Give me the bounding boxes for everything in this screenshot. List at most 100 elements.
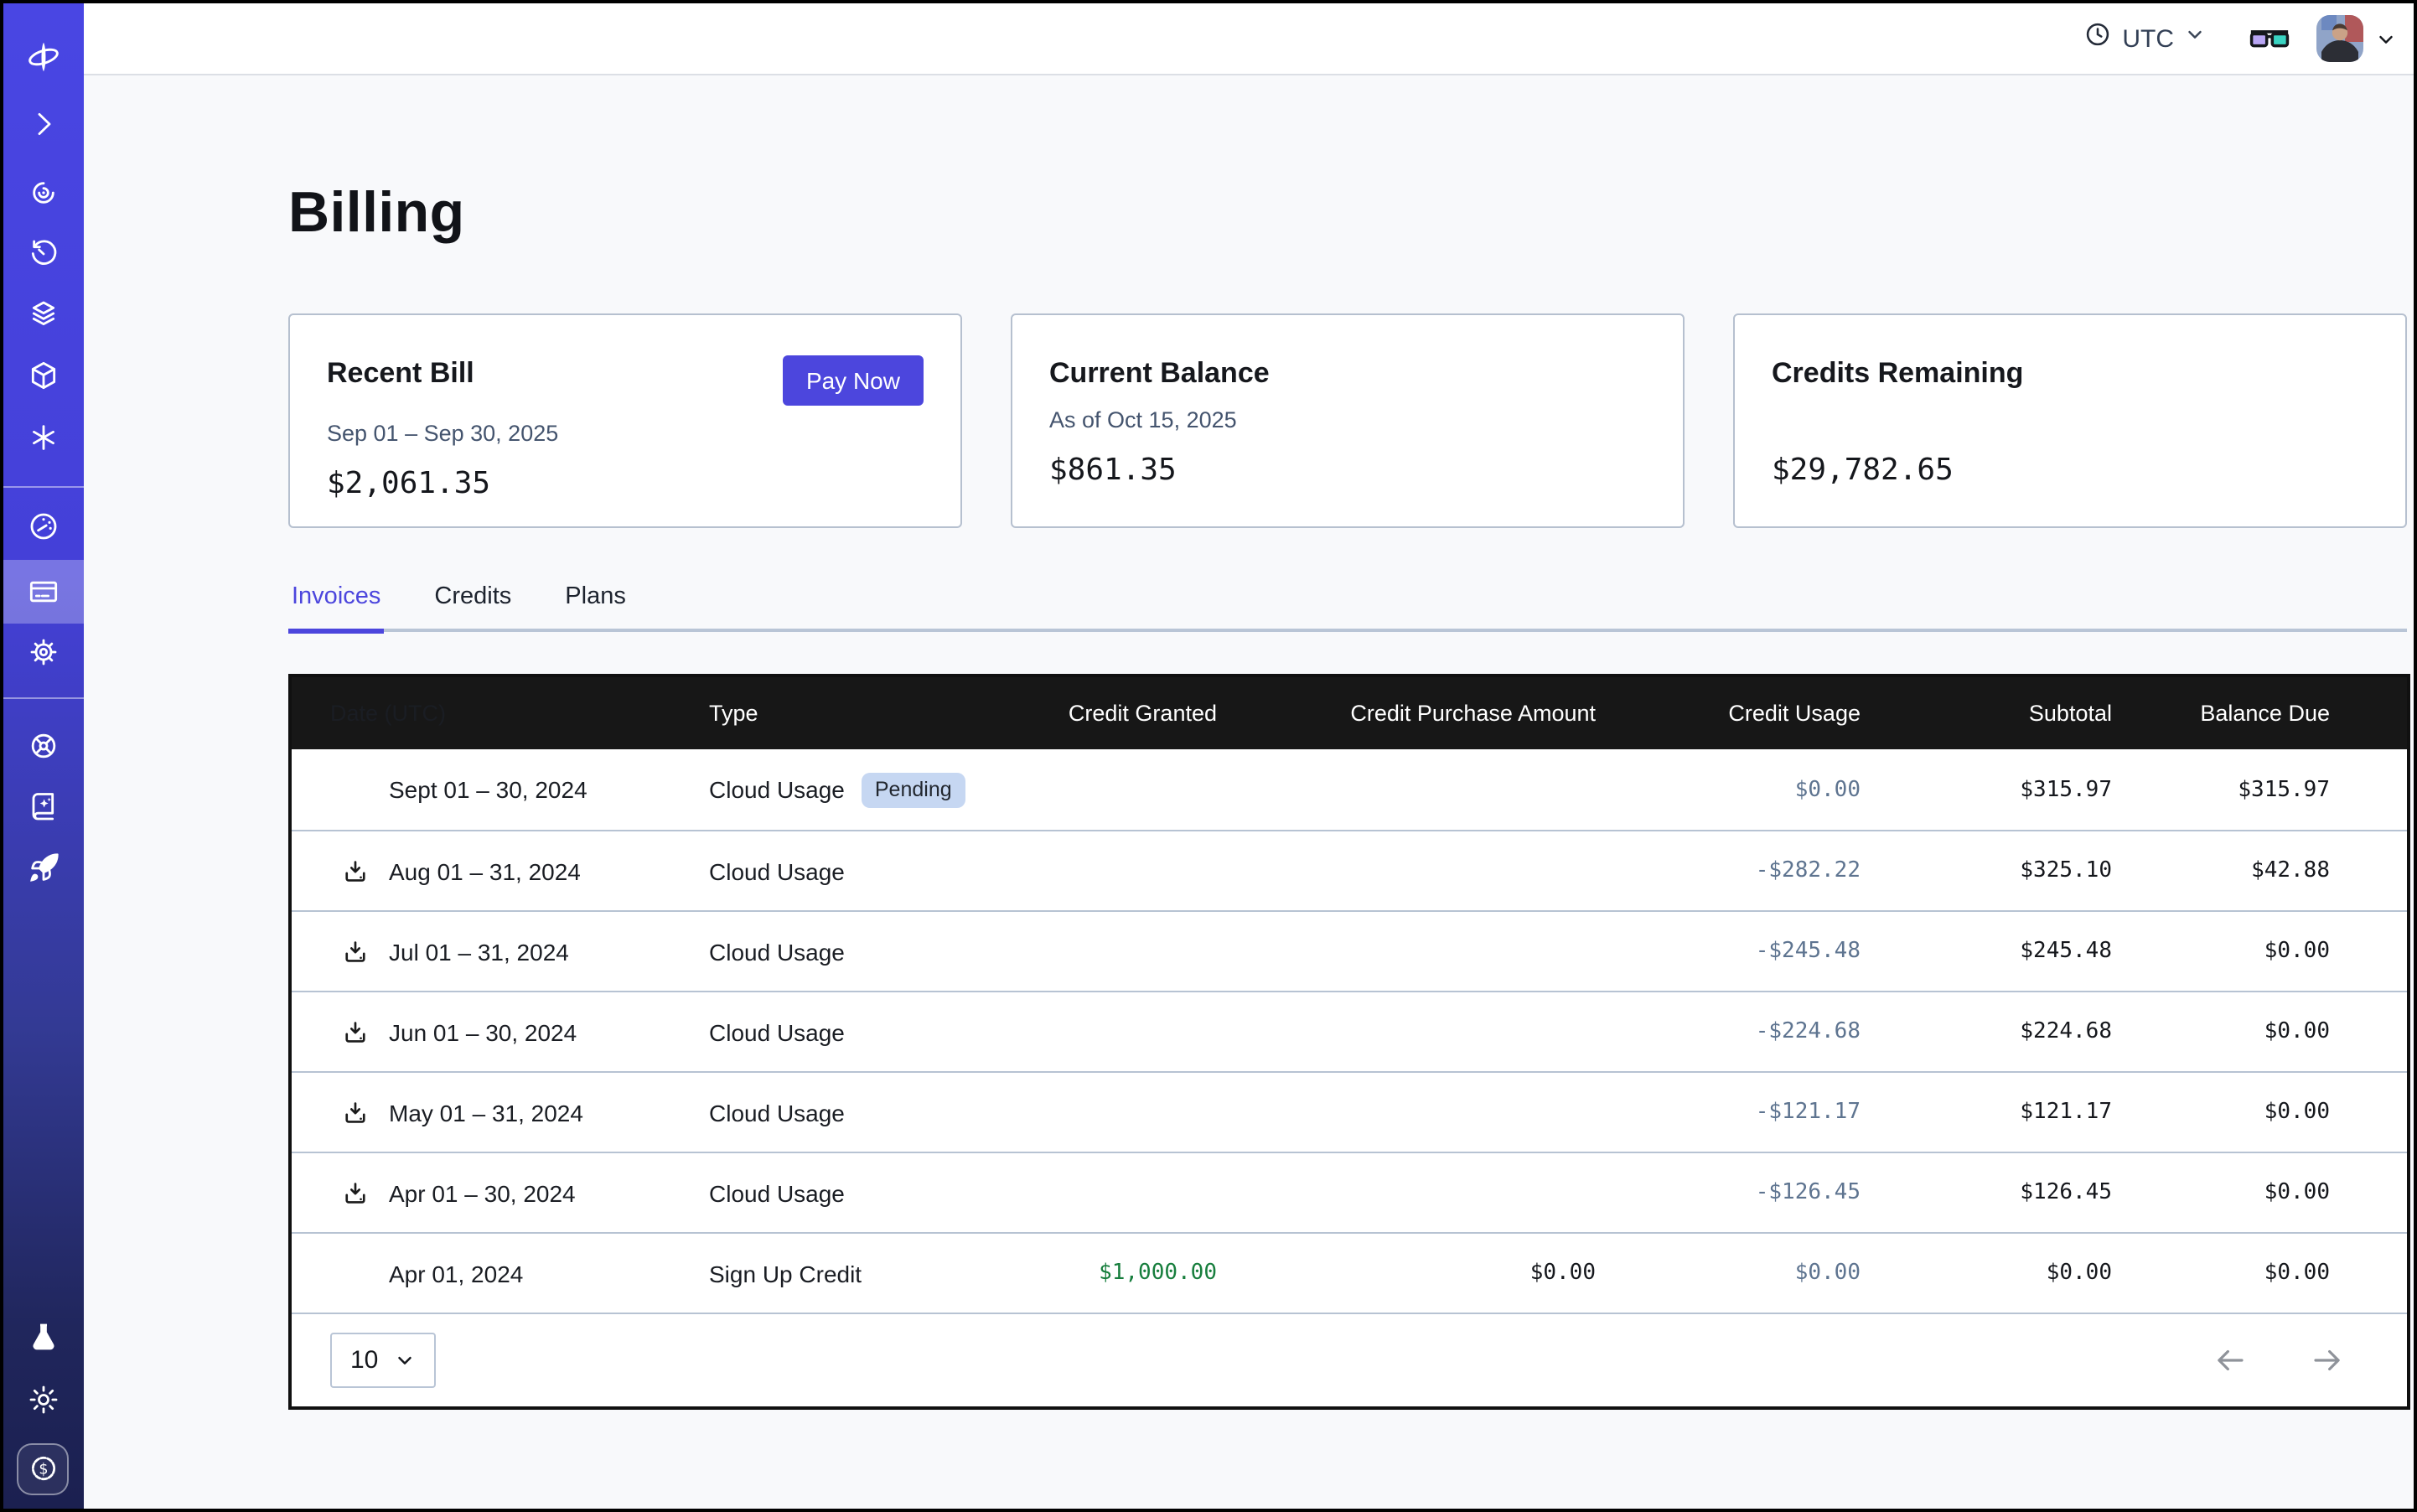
- table-row: Aug 01 – 31, 2024Cloud Usage-$282.22$325…: [292, 830, 2407, 910]
- card-amount: $2,061.35: [327, 468, 924, 501]
- download-invoice-icon[interactable]: [342, 1018, 369, 1045]
- subtotal-value: $245.48: [1861, 939, 2112, 964]
- billing-card-icon: [27, 575, 60, 608]
- sidebar-divider: [3, 697, 84, 699]
- sidebar-item-support-wheel[interactable]: [3, 714, 84, 778]
- topbar: UTC: [84, 3, 2414, 75]
- column-header-credit-usage: Credit Usage: [1596, 701, 1861, 726]
- credit-usage-value: -$121.17: [1596, 1100, 1861, 1125]
- column-header-credit-granted: Credit Granted: [994, 701, 1217, 726]
- card-current-balance: Current BalanceAs of Oct 15, 2025$861.35: [1011, 313, 1685, 528]
- invoice-type: Cloud Usage: [709, 857, 845, 884]
- credit-granted-value: $1,000.00: [994, 1261, 1217, 1286]
- sidebar-item-asterisk[interactable]: [3, 406, 84, 469]
- table-header: Date (UTC)TypeCredit GrantedCredit Purch…: [292, 677, 2407, 749]
- theme-sun-icon: [27, 1383, 60, 1416]
- spiral-icon: [27, 176, 60, 210]
- sidebar-item-gauge[interactable]: [3, 495, 84, 558]
- support-wheel-icon: [27, 729, 60, 763]
- sidebar-item-theme-sun[interactable]: [3, 1368, 84, 1432]
- sidebar-divider: [3, 486, 84, 488]
- table-row: May 01 – 31, 2024 Cloud Usage -$121.17$121…: [292, 1071, 2407, 1152]
- settings-gear-icon: [27, 635, 60, 669]
- invoice-type: Cloud Usage: [709, 1018, 845, 1045]
- svg-text:$: $: [38, 1461, 47, 1478]
- cube-icon: [27, 359, 60, 392]
- sidebar-item-logo[interactable]: [3, 25, 84, 89]
- column-header-type: Type: [709, 701, 994, 726]
- logo-icon: [25, 39, 62, 75]
- tab-invoices[interactable]: Invoices: [288, 580, 384, 632]
- sidebar-item-flask[interactable]: [3, 1306, 84, 1370]
- subtotal-value: $0.00: [1861, 1261, 2112, 1286]
- credit-usage-value: -$245.48: [1596, 939, 1861, 964]
- avatar[interactable]: [2316, 15, 2363, 62]
- sidebar: $: [3, 3, 84, 1509]
- chevron-down-icon[interactable]: [2375, 28, 2397, 49]
- balance-due-value: $0.00: [2112, 1019, 2407, 1044]
- invoice-date: Apr 01, 2024: [389, 1260, 523, 1287]
- credit-purchase-value: $0.00: [1217, 1261, 1596, 1286]
- sidebar-item-rocket[interactable]: [3, 836, 84, 900]
- download-slot-empty: [342, 776, 369, 803]
- sidebar-item-billing-card[interactable]: [3, 560, 84, 624]
- download-invoice-icon[interactable]: [342, 938, 369, 965]
- sidebar-item-docs-book[interactable]: [3, 774, 84, 838]
- balance-due-value: $0.00: [2112, 1180, 2407, 1205]
- tab-credits[interactable]: Credits: [431, 580, 515, 632]
- sidebar-item-timer[interactable]: [3, 221, 84, 285]
- download-invoice-icon[interactable]: [342, 857, 369, 884]
- download-invoice-icon[interactable]: [342, 1099, 369, 1126]
- balance-due-value: $0.00: [2112, 1100, 2407, 1125]
- chevron-right-icon: [27, 107, 60, 141]
- invoice-type: Sign Up Credit: [709, 1260, 862, 1287]
- chevron-down-icon: [393, 1349, 415, 1371]
- subtotal-value: $121.17: [1861, 1100, 2112, 1125]
- clock-icon: [2083, 20, 2112, 57]
- column-header-subtotal: Subtotal: [1861, 701, 2112, 726]
- invoice-date: May 01 – 31, 2024: [389, 1099, 583, 1126]
- card-subtitle: Sep 01 – Sep 30, 2025: [327, 419, 924, 448]
- credit-usage-value: $0.00: [1596, 1261, 1861, 1286]
- column-header-date-utc-: Date (UTC): [292, 701, 709, 726]
- next-page-button[interactable]: [2310, 1343, 2345, 1378]
- app-frame: $ UTC Billing Recent Bill Pay Now Sep 01 –…: [0, 0, 2417, 1512]
- credits-dollar-badge-icon: $: [26, 1452, 60, 1485]
- timezone-label: UTC: [2122, 24, 2174, 53]
- invoice-date: Apr 01 – 30, 2024: [389, 1179, 576, 1206]
- sidebar-item-cube[interactable]: [3, 344, 84, 407]
- table-row: Jul 01 – 31, 2024Cloud Usage-$245.48$245…: [292, 910, 2407, 991]
- invoices-table: Date (UTC)TypeCredit GrantedCredit Purch…: [288, 674, 2410, 1410]
- layers-icon: [27, 297, 60, 330]
- balance-due-value: $42.88: [2112, 858, 2407, 883]
- pay-now-button[interactable]: Pay Now: [783, 355, 924, 406]
- subtotal-value: $315.97: [1861, 777, 2112, 802]
- asterisk-icon: [27, 421, 60, 454]
- download-invoice-icon[interactable]: [342, 1179, 369, 1206]
- sidebar-item-chevron-right[interactable]: [3, 92, 84, 156]
- rocket-icon: [27, 852, 60, 885]
- sidebar-item-spiral[interactable]: [3, 161, 84, 225]
- sidebar-item-layers[interactable]: [3, 282, 84, 345]
- card-title: Recent Bill: [327, 355, 474, 392]
- invoice-type: Cloud Usage: [709, 776, 845, 803]
- tab-plans[interactable]: Plans: [562, 580, 629, 632]
- timezone-selector[interactable]: UTC: [2083, 20, 2206, 57]
- previous-page-button[interactable]: [2213, 1343, 2248, 1378]
- subtotal-value: $325.10: [1861, 858, 2112, 883]
- credit-usage-value: -$224.68: [1596, 1019, 1861, 1044]
- flask-icon: [27, 1321, 60, 1354]
- invoice-type: Cloud Usage: [709, 1179, 845, 1206]
- page-size-select[interactable]: 10: [330, 1333, 435, 1388]
- sidebar-item-settings-gear[interactable]: [3, 620, 84, 684]
- sidebar-item-credits-dollar-badge[interactable]: $: [17, 1442, 69, 1494]
- card-title: Credits Remaining: [1772, 355, 2023, 392]
- table-row: Apr 01, 2024Sign Up Credit$1,000.00$0.00…: [292, 1232, 2407, 1313]
- column-header-balance-due: Balance Due: [2112, 701, 2407, 726]
- glasses-icon[interactable]: [2249, 24, 2290, 53]
- card-subtitle: As of Oct 15, 2025: [1049, 406, 1646, 434]
- invoice-type: Cloud Usage: [709, 1099, 845, 1126]
- balance-due-value: $315.97: [2112, 777, 2407, 802]
- page-title: Billing: [288, 176, 2320, 250]
- content: Billing Recent Bill Pay Now Sep 01 – Sep 3…: [84, 75, 2414, 1509]
